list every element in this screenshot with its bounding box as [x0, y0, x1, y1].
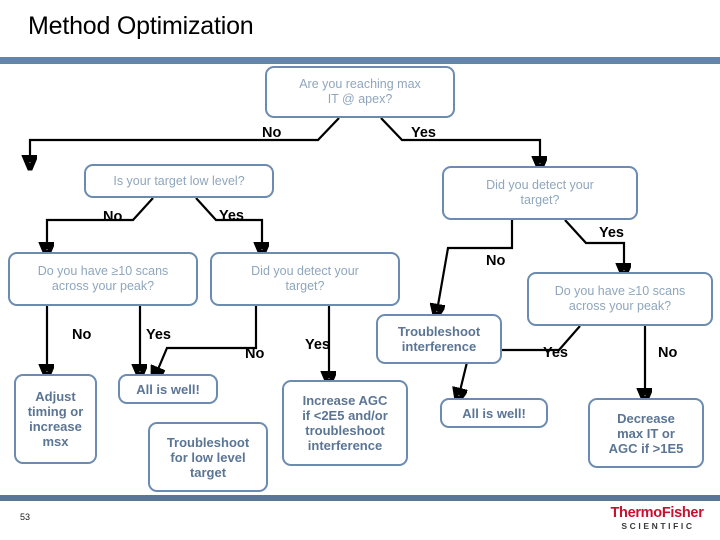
node-root-label: Are you reaching max IT @ apex?: [299, 77, 421, 106]
node-left-a3-label: Troubleshoot for low level target: [166, 434, 250, 480]
edge-label-left-q3-no: No: [245, 346, 265, 362]
node-right-a1-label: Troubleshoot interference: [397, 324, 481, 354]
page-number: 53: [20, 512, 31, 522]
node-root: Are you reaching max IT @ apex?: [265, 66, 455, 118]
logo-wordmark: ThermoFisher: [610, 505, 704, 521]
edge-label-root-yes: Yes: [411, 125, 436, 141]
footer-divider: [0, 495, 720, 501]
node-left-a1: Adjust timing or increase msx: [14, 374, 97, 464]
node-right-a1: Troubleshoot interference: [376, 314, 502, 364]
edge-label-left-q2-yes: Yes: [146, 327, 171, 343]
node-right-q1: Did you detect your target?: [442, 166, 638, 220]
node-right-a3: Decrease max IT or AGC if >1E5: [588, 398, 704, 468]
edge-label-left-q2-no: No: [72, 327, 92, 343]
node-left-q3: Did you detect your target?: [210, 252, 400, 306]
node-left-a3: Troubleshoot for low level target: [148, 422, 268, 492]
edge-label-right-q1-yes: Yes: [599, 225, 624, 241]
node-right-a2: All is well!: [440, 398, 548, 428]
thermo-fisher-logo: ThermoFisher SCIENTIFIC: [602, 506, 712, 532]
node-left-a2: All is well!: [118, 374, 218, 404]
node-right-a2-label: All is well!: [462, 405, 526, 421]
edge-label-left-q1-no: No: [103, 209, 123, 225]
edge-label-left-q1-yes: Yes: [219, 208, 244, 224]
edge-label-right-q2-yes: Yes: [543, 345, 568, 361]
node-left-a1-label: Adjust timing or increase msx: [27, 389, 84, 449]
node-left-q1-label: Is your target low level?: [113, 173, 245, 188]
page-title: Method Optimization: [28, 12, 254, 40]
node-right-q2-label: Do you have ≥10 scans across your peak?: [554, 284, 686, 313]
node-left-q3-label: Did you detect your target?: [251, 264, 359, 293]
node-left-a4: Increase AGC if <2E5 and/or troubleshoot…: [282, 380, 408, 466]
node-left-q2-label: Do you have ≥10 scans across your peak?: [37, 264, 169, 293]
edge-label-root-no: No: [262, 125, 282, 141]
node-left-a2-label: All is well!: [136, 381, 200, 397]
node-left-a4-label: Increase AGC if <2E5 and/or troubleshoot…: [302, 393, 388, 453]
node-right-a3-label: Decrease max IT or AGC if >1E5: [608, 410, 684, 456]
logo-tagline: SCIENTIFIC: [621, 521, 695, 531]
slide-canvas: Method Optimization Are you reaching max…: [0, 0, 720, 540]
edge-label-right-q2-no: No: [658, 345, 678, 361]
header-divider: [0, 57, 720, 64]
edge-label-left-q3-yes: Yes: [305, 337, 330, 353]
node-left-q2: Do you have ≥10 scans across your peak?: [8, 252, 198, 306]
node-right-q2: Do you have ≥10 scans across your peak?: [527, 272, 713, 326]
edge-label-right-q1-no: No: [486, 253, 506, 269]
node-right-q1-label: Did you detect your target?: [486, 178, 594, 207]
node-left-q1: Is your target low level?: [84, 164, 274, 198]
